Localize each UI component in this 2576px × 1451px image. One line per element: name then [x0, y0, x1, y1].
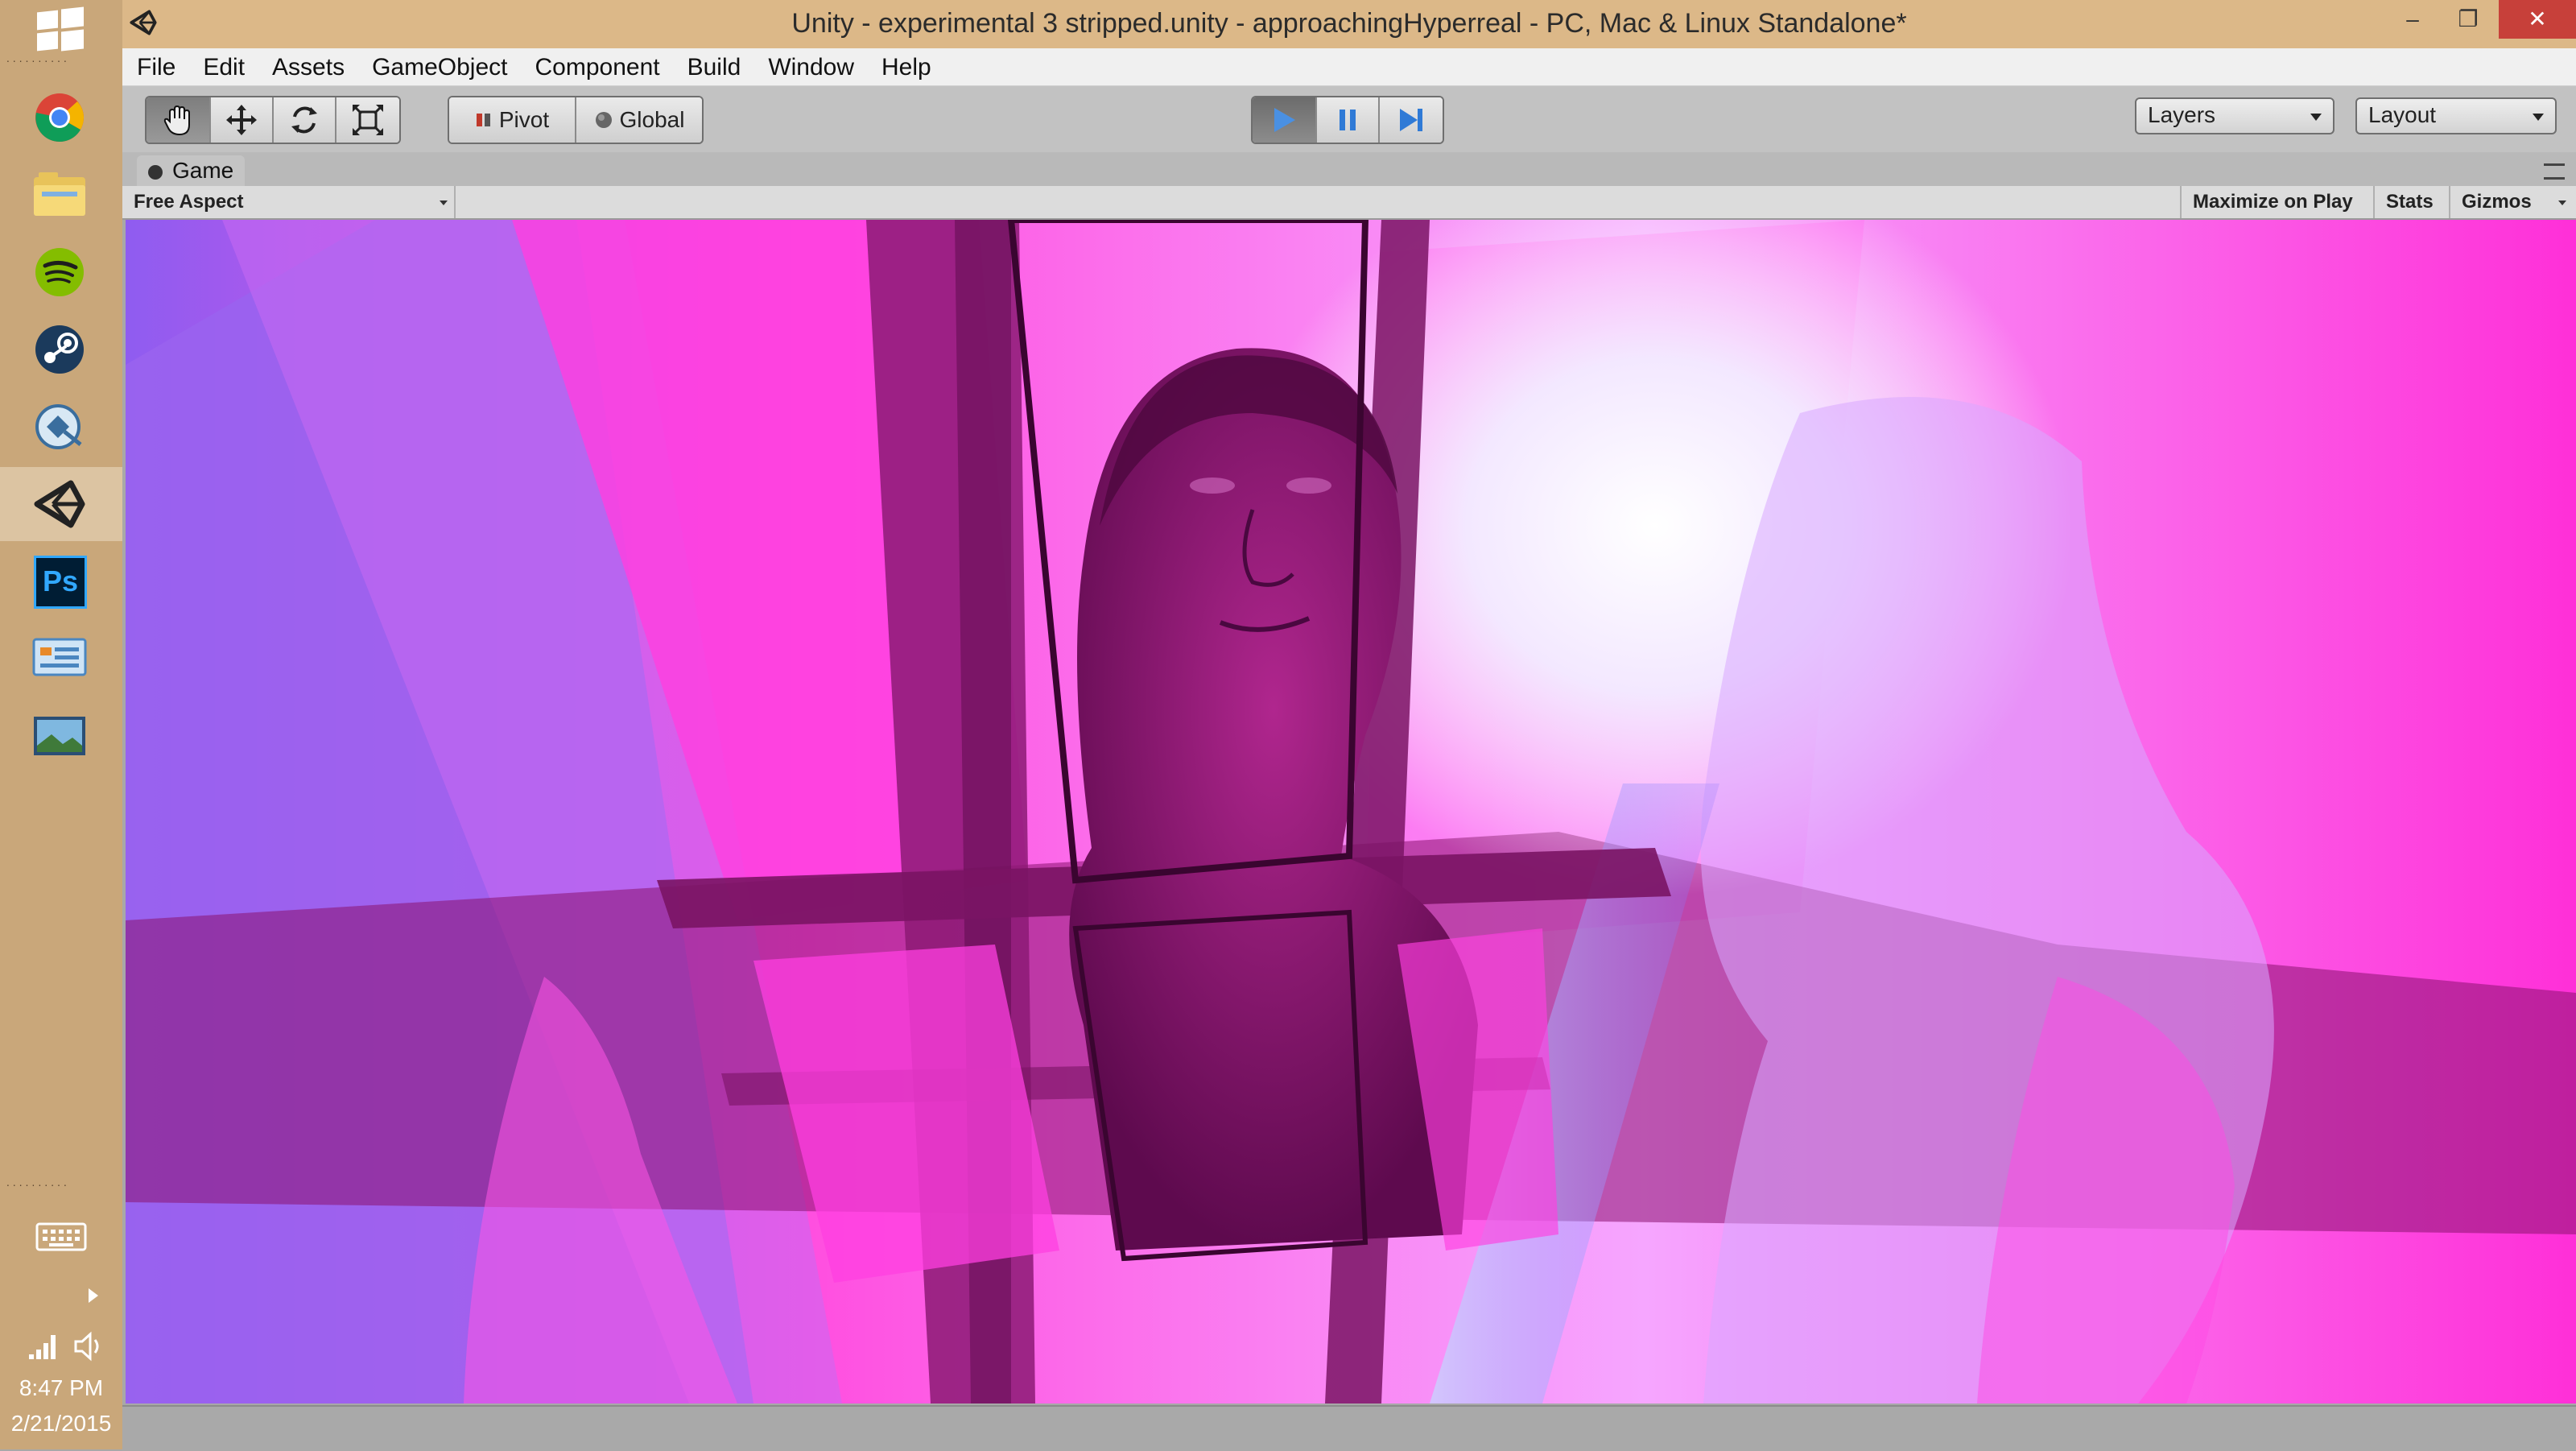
- close-button[interactable]: ✕: [2499, 0, 2576, 39]
- hand-tool-button[interactable]: [147, 97, 211, 143]
- layout-dropdown[interactable]: Layout: [2355, 97, 2557, 134]
- keyboard-icon[interactable]: [35, 1221, 87, 1253]
- taskbar-chrome[interactable]: [0, 81, 122, 155]
- pivot-button[interactable]: Pivot: [449, 97, 576, 143]
- stats-toggle[interactable]: Stats: [2373, 186, 2449, 218]
- playback-controls: [1251, 96, 1444, 144]
- unity-icon: [34, 480, 85, 528]
- global-button[interactable]: Global: [576, 97, 702, 143]
- window-title: Unity - experimental 3 stripped.unity - …: [791, 8, 1907, 39]
- transform-tools: [145, 96, 401, 144]
- spotify-icon: [35, 248, 84, 296]
- menu-window[interactable]: Window: [753, 48, 867, 84]
- game-tab-icon: [148, 165, 163, 180]
- panel-menu-icon[interactable]: [2544, 163, 2565, 180]
- window-title-bar[interactable]: Unity - experimental 3 stripped.unity - …: [122, 0, 2576, 48]
- game-tab-label: Game: [172, 158, 234, 183]
- taskbar-remote-desktop[interactable]: [0, 390, 122, 464]
- move-tool-button[interactable]: [211, 97, 274, 143]
- menu-gameobject[interactable]: GameObject: [357, 48, 520, 84]
- windows-taskbar: ∙∙∙∙∙∙∙∙∙∙ Ps ∙∙∙∙∙∙∙∙∙∙ 8:47 PM 2/21/20…: [0, 0, 122, 1449]
- step-icon: [1400, 109, 1422, 131]
- move-icon: [226, 105, 257, 135]
- menu-file[interactable]: File: [122, 48, 188, 84]
- rotate-tool-button[interactable]: [274, 97, 336, 143]
- clock-date[interactable]: 2/21/2015: [0, 1411, 122, 1437]
- maximize-on-play-label: Maximize on Play: [2193, 191, 2353, 213]
- taskbar-file-explorer[interactable]: [0, 158, 122, 232]
- stats-label: Stats: [2386, 191, 2434, 213]
- chevron-down-icon: [2558, 200, 2566, 205]
- chevron-down-icon: [440, 200, 448, 205]
- file-explorer-icon: [34, 172, 85, 216]
- play-icon: [1274, 108, 1295, 132]
- layers-label: Layers: [2148, 102, 2216, 127]
- taskbar-spotify[interactable]: [0, 235, 122, 309]
- scale-icon: [352, 104, 384, 136]
- maximize-on-play-toggle[interactable]: Maximize on Play: [2180, 186, 2373, 218]
- photoshop-icon: Ps: [34, 556, 87, 609]
- clock-time[interactable]: 8:47 PM: [0, 1375, 122, 1401]
- photo-viewer-icon: [34, 717, 85, 755]
- menu-build[interactable]: Build: [673, 48, 754, 84]
- minimize-button[interactable]: –: [2384, 0, 2441, 39]
- steam-icon: [35, 325, 84, 374]
- pivot-icon: [476, 114, 490, 126]
- windows-start-icon[interactable]: [37, 6, 84, 52]
- network-signal-icon[interactable]: [27, 1332, 60, 1361]
- restore-button[interactable]: ❐: [2441, 0, 2496, 39]
- tab-game[interactable]: Game: [137, 155, 246, 186]
- global-label: Global: [619, 107, 685, 132]
- scale-tool-button[interactable]: [336, 97, 399, 143]
- menu-help[interactable]: Help: [867, 48, 944, 84]
- remote-desktop-icon: [35, 404, 82, 449]
- taskbar-grip: ∙∙∙∙∙∙∙∙∙∙: [6, 1178, 70, 1191]
- status-bar: [122, 1405, 2576, 1451]
- game-panel-header: Game: [122, 152, 2576, 186]
- pivot-label: Pivot: [498, 107, 550, 132]
- gizmos-label: Gizmos: [2462, 191, 2532, 213]
- gizmos-dropdown[interactable]: Gizmos: [2449, 186, 2576, 218]
- game-toolbar: Free Aspect Maximize on Play Stats Gizmo…: [122, 186, 2576, 220]
- rotate-icon: [291, 106, 317, 134]
- volume-icon[interactable]: [72, 1330, 105, 1362]
- globe-icon: [595, 112, 612, 128]
- taskbar-grip: ∙∙∙∙∙∙∙∙∙∙: [6, 54, 70, 67]
- game-viewport[interactable]: [126, 220, 2576, 1403]
- control-panel-icon: [32, 638, 87, 676]
- aspect-dropdown[interactable]: Free Aspect: [122, 186, 456, 218]
- step-button[interactable]: [1380, 97, 1443, 143]
- aspect-label: Free Aspect: [134, 191, 244, 213]
- taskbar-photo-viewer[interactable]: [0, 699, 122, 773]
- toolbar: Pivot Global Layers Layout: [122, 86, 2576, 152]
- taskbar-control-panel[interactable]: [0, 622, 122, 696]
- menu-edit[interactable]: Edit: [188, 48, 258, 84]
- chrome-icon: [35, 93, 85, 143]
- chevron-down-icon: [2533, 114, 2544, 121]
- pause-button[interactable]: [1317, 97, 1380, 143]
- chevron-down-icon: [2310, 114, 2322, 121]
- layout-label: Layout: [2368, 102, 2437, 127]
- layers-dropdown[interactable]: Layers: [2135, 97, 2334, 134]
- menu-assets[interactable]: Assets: [258, 48, 357, 84]
- taskbar-unity[interactable]: [0, 467, 122, 541]
- hand-icon: [163, 105, 190, 136]
- play-button[interactable]: [1253, 97, 1317, 143]
- taskbar-photoshop[interactable]: Ps: [0, 544, 122, 618]
- menu-component[interactable]: Component: [520, 48, 672, 84]
- taskbar-steam[interactable]: [0, 312, 122, 387]
- game-scene-render: [126, 220, 2576, 1403]
- pivot-global-toggles: Pivot Global: [448, 96, 704, 144]
- menu-bar: File Edit Assets GameObject Component Build Wi…: [122, 48, 2576, 86]
- pause-icon: [1340, 110, 1356, 130]
- show-hidden-icons-arrow-icon[interactable]: [89, 1288, 98, 1303]
